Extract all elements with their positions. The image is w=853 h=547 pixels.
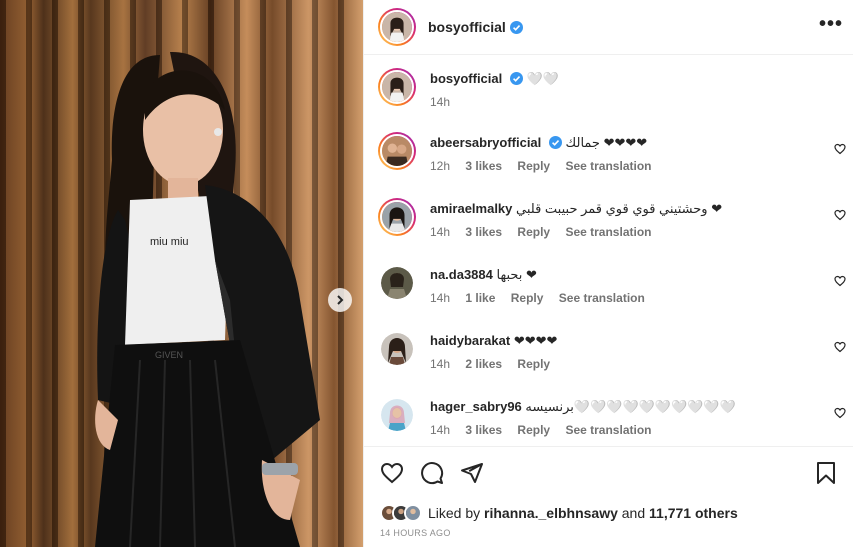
commenter-avatar[interactable]: [378, 330, 416, 368]
heart-icon[interactable]: [834, 275, 846, 287]
comment-username[interactable]: amiraelmalky: [430, 201, 512, 216]
comment-likes-count[interactable]: 2 likes: [465, 357, 502, 371]
comment-row: na.da3884 بحبها ❤ 14h 1 like Reply See t…: [378, 264, 848, 310]
comment-body: بحبها ❤: [496, 267, 537, 282]
comment-text: na.da3884 بحبها ❤: [430, 267, 537, 283]
share-icon[interactable]: [460, 461, 484, 485]
comment-likes-count[interactable]: 1 like: [465, 291, 495, 305]
comment-meta: 12h 3 likes Reply See translation: [430, 159, 663, 173]
post-actions-bar: [364, 446, 853, 501]
author-avatar[interactable]: [378, 8, 416, 46]
commenter-avatar-image: [382, 202, 412, 232]
comment-username[interactable]: abeersabryofficial: [430, 135, 541, 150]
caption-body: 🤍🤍: [526, 71, 559, 86]
liked-by-and: and: [621, 505, 646, 521]
post-photo[interactable]: miu miu GIVEN: [0, 0, 363, 547]
author-avatar-image: [382, 12, 412, 42]
svg-text:miu miu: miu miu: [150, 236, 189, 248]
comment-time: 14h: [430, 291, 451, 305]
next-photo-button[interactable]: [328, 288, 352, 312]
comment-meta: 14h 3 likes Reply See translation: [430, 225, 663, 239]
post-header: bosyofficial •••: [364, 0, 853, 55]
caption-author-avatar[interactable]: [378, 68, 416, 106]
commenter-avatar-image: [382, 136, 412, 166]
comment-meta: 14h 3 likes Reply See translation: [430, 423, 663, 437]
comment-likes-count[interactable]: 3 likes: [465, 225, 502, 239]
commenter-avatar-image: [381, 333, 413, 365]
commenter-avatar[interactable]: [378, 198, 416, 236]
caption-time: 14h: [430, 95, 451, 109]
comment-likes-count[interactable]: 3 likes: [465, 159, 502, 173]
comment-row: amiraelmalky وحشتيني قوي قوي قمر حبيبت ق…: [378, 198, 848, 244]
heart-icon[interactable]: [834, 407, 846, 419]
reply-button[interactable]: Reply: [517, 159, 550, 173]
comment-time: 14h: [430, 423, 451, 437]
reply-button[interactable]: Reply: [517, 357, 550, 371]
post-details-panel: bosyofficial ••• bosyofficial 🤍🤍 14h abe…: [363, 0, 853, 547]
reply-button[interactable]: Reply: [517, 225, 550, 239]
see-translation-button[interactable]: See translation: [559, 291, 645, 305]
comment-body: ❤❤❤❤: [513, 333, 558, 348]
commenter-avatar-image: [381, 399, 413, 431]
comment-body: برنسيسه🤍🤍🤍🤍🤍🤍🤍🤍🤍🤍: [525, 399, 736, 414]
post-modal: miu miu GIVEN bosyofficial ••• bosyoffic…: [0, 0, 853, 547]
commenter-avatar[interactable]: [378, 396, 416, 434]
see-translation-button[interactable]: See translation: [565, 159, 651, 173]
comment-username[interactable]: haidybarakat: [430, 333, 510, 348]
reply-button[interactable]: Reply: [511, 291, 544, 305]
heart-icon[interactable]: [380, 461, 404, 485]
likes-count[interactable]: 11,771 others: [649, 505, 738, 521]
verified-badge-icon: [509, 72, 523, 85]
comment-text: haidybarakat ❤❤❤❤: [430, 333, 557, 349]
comment-text: hager_sabry96 برنسيسه🤍🤍🤍🤍🤍🤍🤍🤍🤍🤍: [430, 399, 736, 415]
verified-badge-icon: [509, 20, 523, 34]
caption-row: bosyofficial 🤍🤍 14h: [378, 68, 848, 114]
heart-icon[interactable]: [834, 209, 846, 221]
comment-username[interactable]: na.da3884: [430, 267, 493, 282]
liked-by-user[interactable]: rihanna._elbhnsawy: [484, 505, 618, 521]
comment-text: abeersabryofficial جمالك ❤❤❤❤: [430, 135, 647, 151]
caption-username[interactable]: bosyofficial: [430, 71, 502, 86]
woman-figure-image: miu miu GIVEN: [95, 51, 320, 547]
heart-icon[interactable]: [834, 143, 846, 155]
comment-meta: 14h 1 like Reply See translation: [430, 291, 657, 305]
chevron-right-icon: [337, 295, 344, 305]
comment-row: haidybarakat ❤❤❤❤ 14h 2 likes Reply: [378, 330, 848, 376]
bookmark-icon[interactable]: [814, 461, 838, 485]
caption-meta: 14h: [430, 95, 462, 109]
verified-badge-icon: [548, 136, 562, 149]
comment-time: 12h: [430, 159, 451, 173]
post-timestamp[interactable]: 14 HOURS AGO: [380, 528, 451, 538]
author-username[interactable]: bosyofficial: [428, 19, 506, 35]
comment-meta: 14h 2 likes Reply: [430, 357, 562, 371]
comment-row: abeersabryofficial جمالك ❤❤❤❤ 12h 3 like…: [378, 132, 848, 178]
commenter-avatar[interactable]: [378, 132, 416, 170]
see-translation-button[interactable]: See translation: [565, 423, 651, 437]
liked-by-prefix: Liked by: [428, 505, 481, 521]
comment-time: 14h: [430, 357, 451, 371]
liker-avatar[interactable]: [404, 504, 422, 522]
comment-text: amiraelmalky وحشتيني قوي قوي قمر حبيبت ق…: [430, 201, 722, 217]
comment-row: hager_sabry96 برنسيسه🤍🤍🤍🤍🤍🤍🤍🤍🤍🤍 14h 3 li…: [378, 396, 848, 442]
reply-button[interactable]: Reply: [517, 423, 550, 437]
see-translation-button[interactable]: See translation: [565, 225, 651, 239]
comment-username[interactable]: hager_sabry96: [430, 399, 522, 414]
comment-body: وحشتيني قوي قوي قمر حبيبت قلبي ❤: [516, 201, 723, 216]
liked-by-text: Liked by rihanna._elbhnsawy and 11,771 o…: [428, 505, 738, 521]
comment-icon[interactable]: [420, 461, 444, 485]
comment-likes-count[interactable]: 3 likes: [465, 423, 502, 437]
liked-by-row: Liked by rihanna._elbhnsawy and 11,771 o…: [380, 503, 738, 523]
svg-text:GIVEN: GIVEN: [155, 350, 183, 360]
comment-time: 14h: [430, 225, 451, 239]
caption-text: bosyofficial 🤍🤍: [430, 71, 559, 87]
commenter-avatar-image: [381, 267, 413, 299]
caption-avatar-image: [382, 72, 412, 102]
comment-body: جمالك ❤❤❤❤: [565, 135, 648, 150]
commenter-avatar[interactable]: [378, 264, 416, 302]
heart-icon[interactable]: [834, 341, 846, 353]
more-options-icon[interactable]: •••: [819, 14, 843, 34]
